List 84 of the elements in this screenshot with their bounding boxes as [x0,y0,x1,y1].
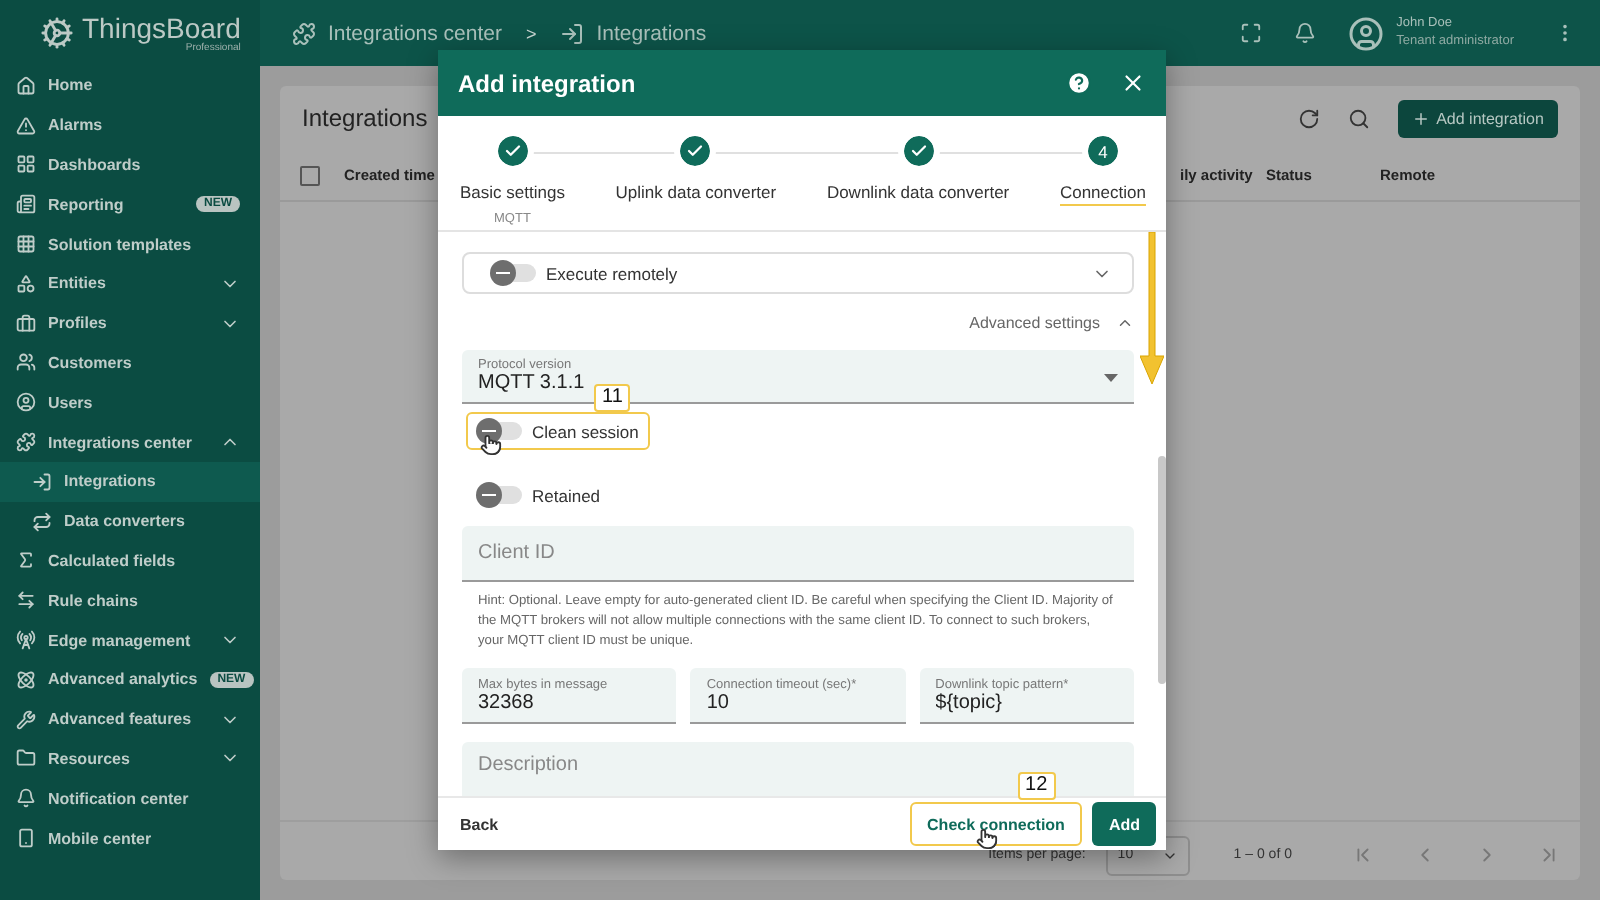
check-circle-icon[interactable] [903,136,934,166]
shapes-icon [16,273,36,294]
help-button[interactable] [1066,70,1092,96]
sidebar-item[interactable]: Dashboards [0,145,260,185]
plus-icon [1412,109,1431,127]
toggle-option[interactable]: Retained [466,476,613,514]
radio-tower-icon [16,630,36,651]
step-callout: 11 [594,384,631,412]
step-label[interactable]: Downlink data converter [826,182,1010,206]
sidebar-item[interactable]: Resources [0,739,260,779]
add-button[interactable]: Add [1092,802,1156,846]
field-input[interactable]: 32368 [478,691,661,713]
toggle-switch[interactable] [492,264,536,282]
sidebar-item[interactable]: Edge management [0,620,260,660]
hand-pointer-icon [480,434,502,456]
step-label[interactable]: Basic settings [460,182,565,206]
sidebar-item[interactable]: Integrations center [0,422,260,462]
puzzle-icon [292,21,316,45]
breadcrumb-separator: > [525,23,537,43]
check-connection-button[interactable]: Check connection [909,802,1083,846]
breadcrumb-current: Integrations [596,21,707,45]
sigma-icon [16,550,36,571]
refresh-icon[interactable] [1298,107,1320,129]
sidebar-item[interactable]: Solution templates [0,224,260,264]
sidebar-item[interactable]: Data converters [0,501,260,542]
field-input[interactable]: ${topic} [935,691,1118,713]
sidebar-item[interactable]: Alarms [0,105,260,146]
close-button[interactable] [1120,70,1146,96]
fullscreen-icon[interactable] [1240,22,1263,44]
sidebar-item[interactable]: Notification center [0,778,260,819]
warning-triangle-icon [16,115,36,136]
atom-icon [16,669,36,690]
toggle-switch[interactable] [478,486,522,504]
repeat-arrows-icon [32,511,52,532]
field-input[interactable]: 10 [706,691,890,713]
dialog-title: Add integration [458,69,638,97]
login-arrow-icon [560,21,585,45]
sidebar-item[interactable]: Profiles [0,303,260,344]
advanced-settings-toggle[interactable]: Advanced settings [969,314,1134,332]
avatar-icon[interactable] [1348,15,1385,51]
newspaper-icon [16,194,36,215]
gear-logo-icon [40,16,74,50]
user-circle-icon [16,392,36,413]
sidebar-item[interactable]: Rule chains [0,580,260,621]
login-arrow-icon [32,471,52,492]
sidebar-item[interactable]: Users [0,382,260,423]
sidebar-item[interactable]: Mobile center [0,818,260,858]
description-input[interactable]: Description [478,754,1118,776]
toggle-switch[interactable] [478,422,522,440]
add-integration-button[interactable]: Add integration [1398,99,1558,137]
search-icon[interactable] [1348,107,1370,129]
puzzle-icon [16,432,36,453]
sidebar-item[interactable]: Entities [0,263,260,304]
step-number[interactable]: 4 [1087,136,1118,166]
people-icon [16,352,36,373]
folder-icon [16,748,36,769]
sidebar-item[interactable]: Customers [0,343,260,383]
sidebar-item[interactable]: Calculated fields [0,541,260,581]
grid-icon [16,234,36,255]
sidebar-item[interactable]: Integrations [0,461,260,502]
check-circle-icon[interactable] [497,136,528,166]
caret-icon [1104,374,1118,382]
wrench-icon [16,709,36,730]
brand-name: ThingsBoard [82,13,241,41]
sidebar-item[interactable]: Advanced features [0,699,260,740]
briefcase-icon [16,313,36,334]
page-title: Integrations [302,104,430,132]
client-id-input[interactable]: Client ID [478,542,1118,564]
scrollbar-thumb[interactable] [1158,456,1166,684]
bell-icon [16,788,36,809]
smartphone-icon [16,828,36,849]
sidebar-item[interactable]: Home [0,66,260,106]
notifications-icon[interactable] [1294,22,1317,44]
toggle-option[interactable]: Execute remotely [480,254,690,292]
home-icon [16,75,36,96]
dashboard-grid-icon [16,154,36,175]
left-right-arrow-icon [16,590,36,611]
step-label[interactable]: Uplink data converter [615,182,777,206]
step-callout: 12 [1017,772,1056,800]
step-label[interactable]: Connection [1059,182,1146,206]
check-circle-icon[interactable] [680,136,711,166]
breadcrumb-link[interactable]: Integrations center [328,21,502,45]
select-all-checkbox[interactable] [300,165,320,185]
client-id-field[interactable]: Client ID [462,526,1134,582]
